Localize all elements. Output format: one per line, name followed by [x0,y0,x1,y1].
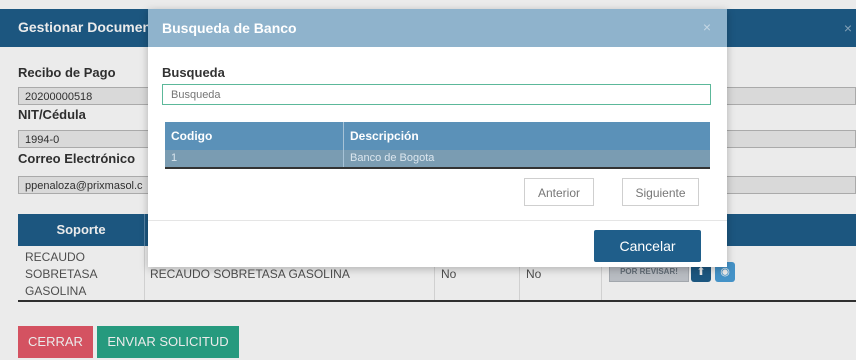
modal-title: Busqueda de Banco [162,20,297,36]
header-codigo: Codigo [171,129,213,143]
header-descripcion: Descripción [350,129,419,143]
bank-search-modal: Busqueda de Banco × Busqueda Codigo Desc… [148,9,727,267]
modal-close-icon[interactable]: × [703,19,711,35]
cell-codigo: 1 [171,152,178,164]
search-input[interactable] [162,84,711,105]
modal-footer-divider [148,220,727,221]
anterior-button[interactable]: Anterior [524,178,594,206]
cell-descripcion: Banco de Bogota [350,152,435,164]
search-label: Busqueda [162,65,225,80]
results-column-separator [343,122,344,167]
cancelar-button[interactable]: Cancelar [594,230,701,262]
siguiente-button[interactable]: Siguiente [622,178,699,206]
